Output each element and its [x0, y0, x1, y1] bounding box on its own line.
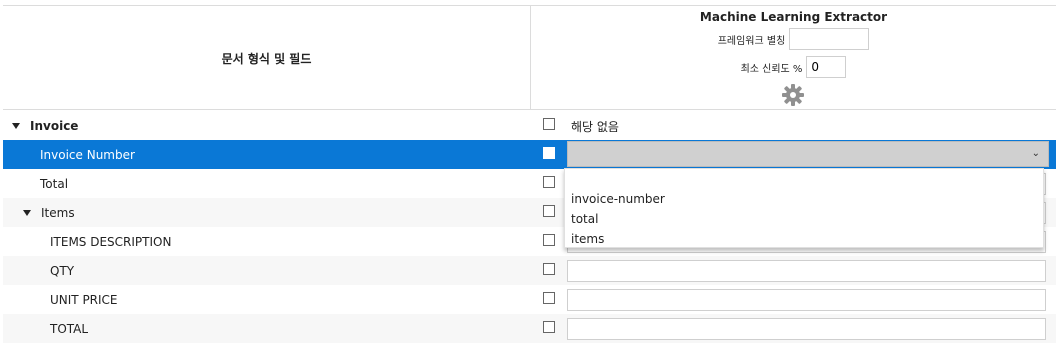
dropdown-option-items[interactable]: items: [571, 230, 604, 248]
not-applicable-label: 해당 없음: [571, 120, 619, 134]
gear-icon[interactable]: [781, 83, 805, 107]
framework-alias-input[interactable]: [789, 28, 870, 50]
table-header: 문서 형식 및 필드 Machine Learning Extractor 프레…: [3, 5, 1056, 110]
framework-alias-row: 프레임워크 별칭: [531, 28, 1056, 50]
min-confidence-input[interactable]: [806, 56, 847, 78]
row-checkbox[interactable]: [543, 147, 555, 159]
framework-alias-label: 프레임워크 별칭: [717, 35, 786, 47]
table-row-invoice-number[interactable]: Invoice Number ⌄: [3, 140, 1056, 169]
row-label: TOTAL: [50, 321, 89, 336]
chevron-down-icon: ⌄: [1031, 148, 1040, 159]
ml-extractor-header: Machine Learning Extractor 프레임워크 별칭 최소 신…: [531, 6, 1056, 110]
row-label: QTY: [50, 263, 75, 278]
row-label: ITEMS DESCRIPTION: [50, 234, 172, 249]
caret-down-icon[interactable]: [12, 122, 20, 129]
row-label: UNIT PRICE: [50, 292, 118, 307]
row-checkbox[interactable]: [543, 321, 555, 333]
field-mapping-input[interactable]: [567, 318, 1046, 340]
dropdown-option-invoice-number[interactable]: invoice-number: [571, 190, 665, 208]
document-type-fields-header: 문서 형식 및 필드: [3, 6, 531, 110]
row-checkbox[interactable]: [543, 205, 555, 217]
row-checkbox[interactable]: [543, 176, 555, 188]
ml-extractor-title: Machine Learning Extractor: [699, 10, 888, 24]
row-label: Invoice Number: [40, 147, 135, 162]
row-label: Invoice: [30, 118, 79, 133]
caret-down-icon[interactable]: [23, 209, 31, 216]
row-checkbox[interactable]: [543, 292, 555, 304]
field-mapping-input[interactable]: [567, 260, 1046, 282]
min-confidence-row: 최소 신뢰도 %: [531, 56, 1056, 78]
row-checkbox[interactable]: [543, 234, 555, 246]
table-row-unit-price[interactable]: UNIT PRICE: [3, 285, 1056, 314]
table-row-qty[interactable]: QTY: [3, 256, 1056, 285]
field-mapping-input[interactable]: [567, 289, 1046, 311]
field-options-dropdown: invoice-number total items: [564, 168, 1044, 248]
not-applicable-checkbox[interactable]: [543, 118, 555, 130]
dropdown-option-total[interactable]: total: [571, 210, 598, 228]
row-label: Items: [41, 205, 75, 220]
field-mapping-select[interactable]: ⌄: [567, 141, 1049, 167]
table-row-invoice[interactable]: Invoice 해당 없음: [3, 111, 1056, 140]
min-confidence-label: 최소 신뢰도 %: [740, 63, 803, 75]
row-checkbox[interactable]: [543, 263, 555, 275]
table-row-total-line[interactable]: TOTAL: [3, 314, 1056, 343]
row-label: Total: [40, 176, 69, 191]
